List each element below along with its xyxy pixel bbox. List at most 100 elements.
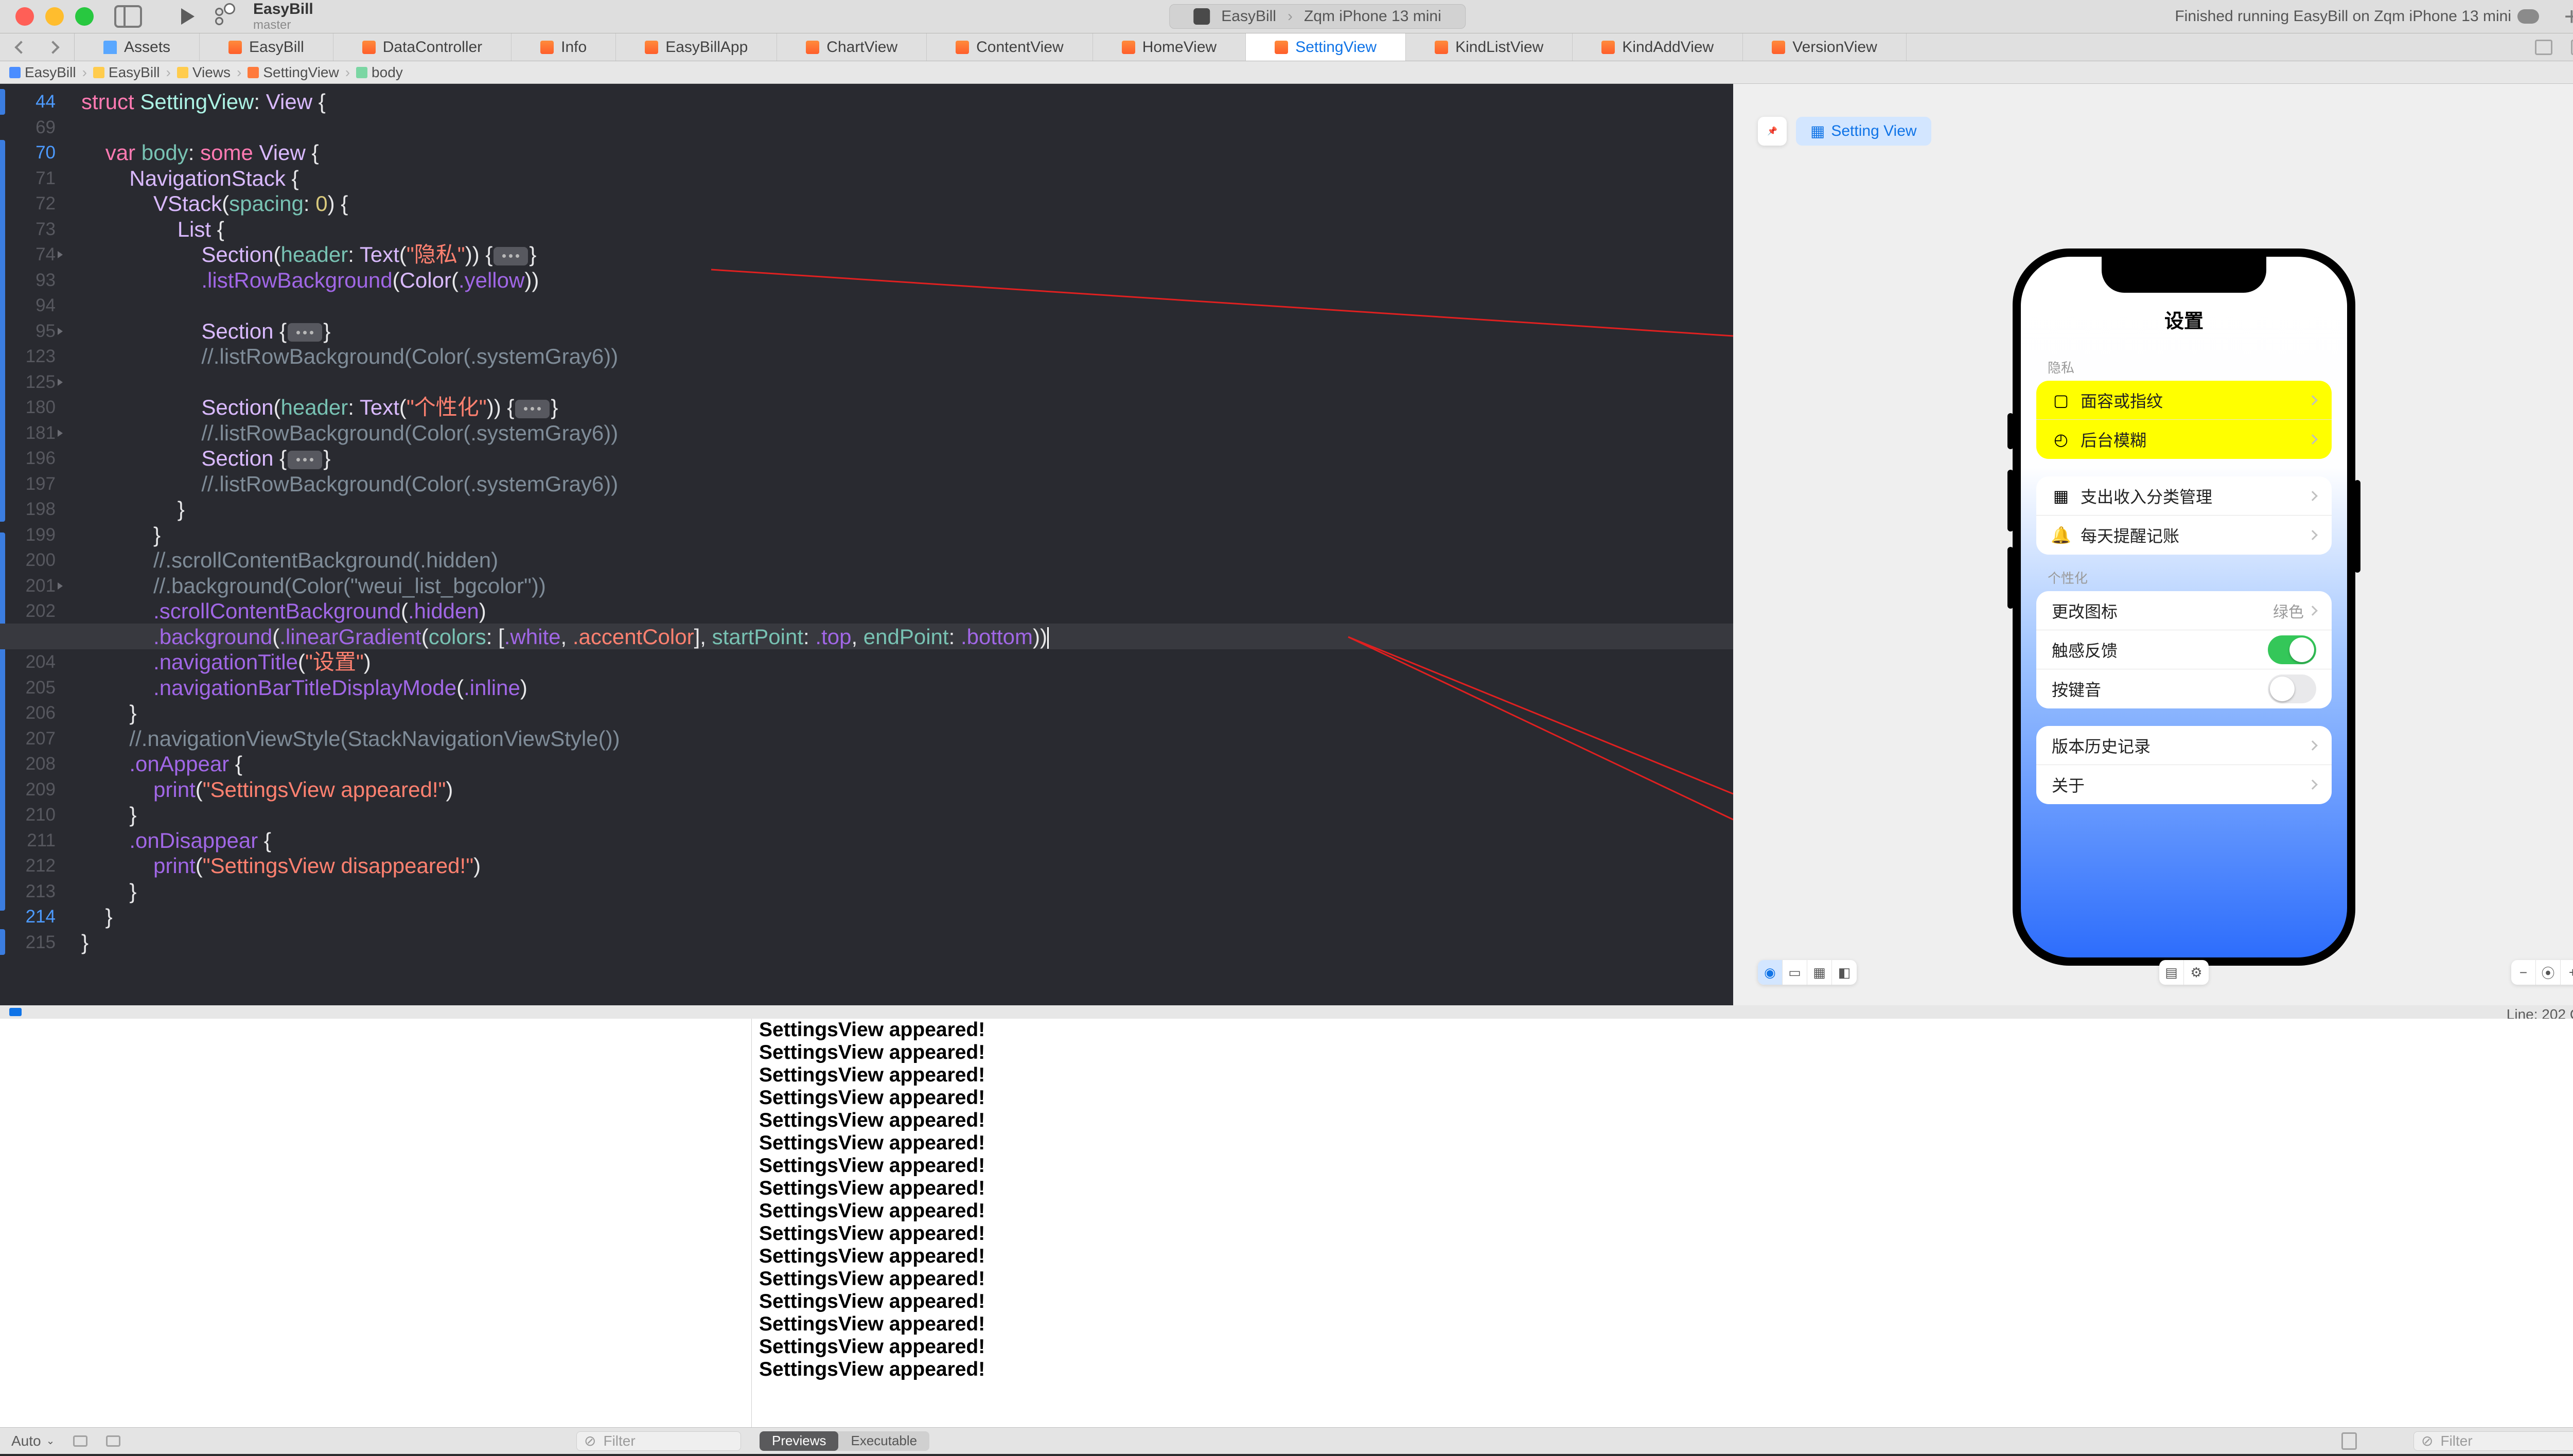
view-selector-icon[interactable] [73, 1435, 87, 1447]
device-notch [2102, 257, 2266, 293]
preview-name-pill[interactable]: ▦ Setting View [1796, 117, 1931, 146]
tab-easybill[interactable]: EasyBill [200, 33, 333, 61]
run-destination-pill[interactable]: EasyBill › Zqm iPhone 13 mini [1169, 4, 1466, 29]
tab-versionview[interactable]: VersionView [1743, 33, 1907, 61]
swift-file-icon [806, 41, 819, 54]
swift-file-icon [956, 41, 969, 54]
row-blur[interactable]: ◴后台模糊 [2036, 420, 2332, 459]
tab-assets[interactable]: Assets [75, 33, 200, 61]
row-keysound[interactable]: 按键音 [2036, 669, 2332, 708]
preview-name-text: Setting View [1831, 122, 1916, 140]
swift-file-icon [645, 41, 658, 54]
chevron-right-icon [2307, 434, 2318, 445]
console-text: SettingsView appeared! SettingsView appe… [752, 1019, 2573, 1381]
minimize-window-icon[interactable] [45, 7, 64, 26]
console-filter-field[interactable]: ⊘ Filter [2413, 1431, 2573, 1451]
swift-file-icon [1772, 41, 1785, 54]
tabs-row: AssetsEasyBillDataController Info EasyBill… [75, 33, 1907, 61]
section-label-personal: 个性化 [2048, 568, 2332, 587]
view-selector-icon-2[interactable] [106, 1435, 120, 1447]
swift-file-icon [540, 41, 554, 54]
pin-preview-button[interactable]: 📌 [1758, 117, 1787, 146]
variables-filter-field[interactable]: ⊘ Filter [576, 1431, 741, 1451]
preview-mode-segmented[interactable]: ◉ ▭ ▦ ◧ [1758, 960, 1857, 985]
tab-label: Info [561, 39, 587, 56]
clear-console-icon[interactable] [2341, 1432, 2357, 1450]
variables-view[interactable] [0, 1019, 752, 1427]
zoom-controls[interactable]: − ⦿ + ⛶ [2511, 960, 2573, 985]
history-nav [0, 33, 75, 61]
window-traffic-lights [15, 7, 94, 26]
tab-kindaddview[interactable]: KindAddView [1573, 33, 1743, 61]
crumb-4[interactable]: body [372, 64, 403, 81]
row-version-history[interactable]: 版本历史记录 [2036, 726, 2332, 765]
jump-bar[interactable]: EasyBill› EasyBill› Views› SettingView› … [0, 61, 2573, 84]
console-mode-segmented[interactable]: Previews Executable [760, 1431, 929, 1451]
zoom-out-icon[interactable]: − [2511, 960, 2536, 985]
previews-segment[interactable]: Previews [760, 1431, 838, 1451]
toggle-minimap-icon[interactable] [2571, 40, 2573, 55]
tab-datacontroller[interactable]: DataController [333, 33, 512, 61]
tab-label: VersionView [1792, 39, 1877, 56]
console-output[interactable]: SettingsView appeared! SettingsView appe… [752, 1019, 2573, 1427]
chevron-right-icon [2307, 491, 2318, 501]
crumb-0[interactable]: EasyBill [25, 64, 76, 81]
tab-kindlistview[interactable]: KindListView [1406, 33, 1573, 61]
add-editor-button[interactable]: + [2564, 2, 2573, 31]
source-editor[interactable]: 4469707172737493949512312518018119619719… [0, 84, 1733, 1005]
git-branch-icon[interactable] [215, 8, 233, 25]
tab-chartview[interactable]: ChartView [777, 33, 927, 61]
crumb-1[interactable]: EasyBill [109, 64, 160, 81]
line-gutter[interactable]: 4469707172737493949512312518018119619719… [0, 84, 65, 1005]
zoom-in-icon[interactable]: + [2561, 960, 2573, 985]
swift-file-icon [1601, 41, 1615, 54]
tab-label: KindListView [1455, 39, 1543, 56]
row-reminder[interactable]: 🔔每天提醒记账 [2036, 516, 2332, 555]
tab-homeview[interactable]: HomeView [1093, 33, 1246, 61]
swift-file-icon [362, 41, 376, 54]
device-screen[interactable]: 设置 隐私 ▢面容或指纹 ◴后台模糊 [2021, 257, 2347, 957]
scheme-selector[interactable]: EasyBill master [253, 2, 313, 31]
tab-easybillapp[interactable]: EasyBillApp [616, 33, 777, 61]
code-content[interactable]: struct SettingView: View { var body: som… [81, 89, 1733, 955]
property-icon [356, 67, 367, 78]
preview-settings-icon[interactable]: ⚙ [2184, 960, 2209, 985]
haptic-toggle[interactable] [2268, 635, 2316, 664]
color-variants-icon[interactable]: ◧ [1832, 960, 1857, 985]
tab-contentview[interactable]: ContentView [927, 33, 1093, 61]
executable-segment[interactable]: Executable [838, 1431, 929, 1451]
cloud-status-icon[interactable] [2517, 9, 2539, 24]
chevron-right-icon [2307, 740, 2318, 751]
row-haptic[interactable]: 触感反馈 [2036, 630, 2332, 669]
zoom-100-icon[interactable]: ⦿ [2536, 960, 2561, 985]
variants-mode-icon[interactable]: ▦ [1807, 960, 1832, 985]
row-faceid[interactable]: ▢面容或指纹 [2036, 381, 2332, 420]
tab-info[interactable]: Info [512, 33, 616, 61]
close-window-icon[interactable] [15, 7, 34, 26]
section-about: 版本历史记录 关于 [2036, 726, 2332, 804]
adjust-editor-options-icon[interactable] [2535, 40, 2552, 55]
toggle-navigator-icon[interactable] [114, 5, 142, 28]
keysound-toggle[interactable] [2268, 674, 2316, 703]
preview-device-controls[interactable]: ▤ ⚙ [2159, 960, 2209, 985]
nav-forward-icon[interactable] [46, 41, 59, 54]
tab-label: ContentView [976, 39, 1064, 56]
selectable-mode-icon[interactable]: ▭ [1783, 960, 1807, 985]
crumb-3[interactable]: SettingView [263, 64, 339, 81]
row-categories[interactable]: ▦支出收入分类管理 [2036, 476, 2332, 516]
row-appicon[interactable]: 更改图标 绿色 [2036, 591, 2332, 630]
swift-file-icon [1122, 41, 1135, 54]
editor-footer: Line: 202 Col: 110 [0, 1005, 2573, 1019]
variables-scope-selector[interactable]: Auto ⌄ [11, 1433, 55, 1449]
live-mode-icon[interactable]: ◉ [1758, 960, 1783, 985]
device-settings-icon[interactable]: ▤ [2159, 960, 2184, 985]
zoom-window-icon[interactable] [75, 7, 94, 26]
tab-settingview[interactable]: SettingView [1246, 33, 1406, 61]
run-button-icon[interactable] [181, 8, 195, 25]
tab-label: EasyBillApp [665, 39, 748, 56]
swift-file-icon [248, 67, 259, 78]
minimap-indicator-icon[interactable] [9, 1008, 22, 1016]
row-about[interactable]: 关于 [2036, 765, 2332, 804]
nav-back-icon[interactable] [14, 41, 27, 54]
crumb-2[interactable]: Views [192, 64, 231, 81]
